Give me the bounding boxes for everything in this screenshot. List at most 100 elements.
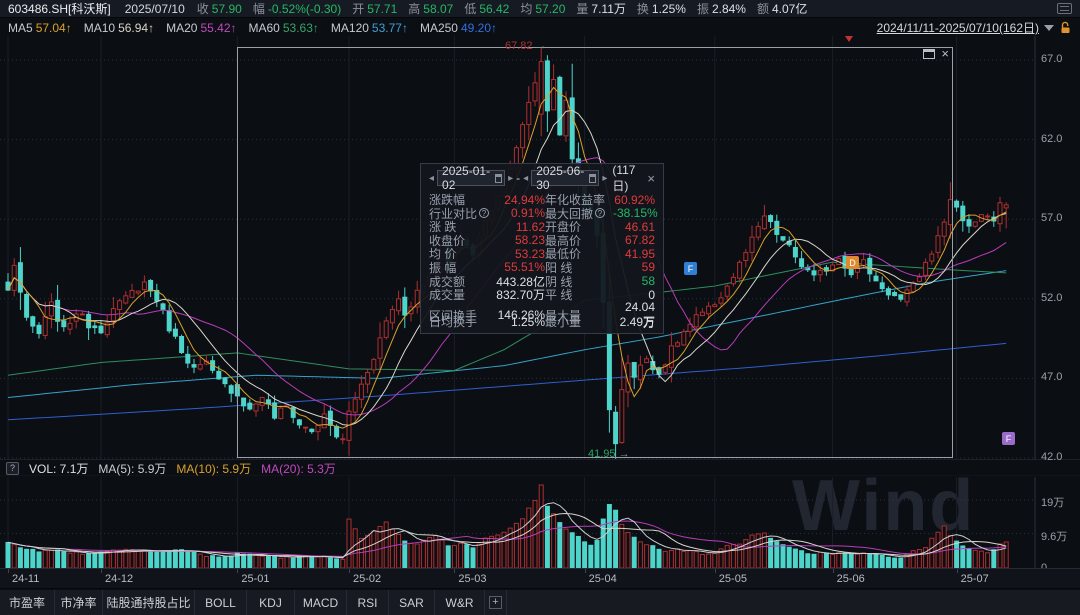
stats-value: 41.95 [613, 247, 655, 261]
event-flag-F[interactable]: F [1002, 432, 1015, 445]
price-tick-label: 57.0 [1041, 212, 1062, 224]
calendar-icon[interactable] [495, 174, 503, 183]
calendar-icon[interactable] [589, 174, 597, 183]
popup-header: ◂ 2025-01-02 ▸ - ◂ 2025-06-30 ▸ (117日) × [429, 168, 655, 188]
prev-date-icon[interactable]: ◂ [429, 173, 434, 184]
stats-value: 2.49万 [613, 313, 655, 330]
month-label: 25-04 [589, 573, 617, 585]
month-label: 24-11 [12, 573, 39, 585]
quote-field-value: -0.52%(-0.30) [268, 2, 341, 16]
volume-tick-label: 9.6万 [1041, 528, 1067, 544]
ma-value-item: MA2055.42↑ [166, 21, 236, 35]
quote-field-label: 换 [637, 2, 649, 16]
event-flag-F[interactable]: F [684, 262, 697, 275]
ma-value: 53.77↑ [372, 21, 408, 35]
tab-市盈率[interactable]: 市盈率 [0, 590, 55, 615]
quote-field-label: 开 [352, 2, 364, 16]
event-marker-icon [845, 36, 853, 42]
news-panel-icon[interactable] [1057, 3, 1072, 14]
month-label: 25-06 [837, 573, 865, 585]
stats-row: 振 幅55.51%阳 线59 [429, 259, 655, 273]
tab-MACD[interactable]: MACD [295, 590, 347, 615]
quote-date: 2025/07/10 [125, 2, 185, 16]
quote-field: 高58.07 [408, 0, 453, 17]
ma-value-item: MA557.04↑ [8, 21, 72, 35]
tab-BOLL[interactable]: BOLL [195, 590, 247, 615]
ma-indicator-bar: MA557.04↑ MA1056.94↑ MA2055.42↑ MA6053.63↑ M… [0, 19, 1080, 36]
volume-ma-item: MA(10): 5.9万 [176, 460, 251, 477]
stats-row: 行业对比?0.91%最大回撤?-38.15% [429, 205, 655, 219]
month-label: 25-02 [353, 573, 381, 585]
tab-SAR[interactable]: SAR [389, 590, 435, 615]
price-tick-label: 67.0 [1041, 53, 1062, 65]
unlock-icon[interactable] [1059, 21, 1072, 34]
date-range-control[interactable]: 2024/11/11-2025/07/10(162日) [877, 19, 1072, 36]
close-icon[interactable]: × [647, 171, 655, 186]
stats-label: 最小量 [545, 313, 613, 330]
stats-value: 0.91% [489, 206, 545, 220]
month-tick [8, 569, 9, 573]
month-label: 25-03 [458, 573, 486, 585]
info-icon[interactable]: ? [595, 208, 605, 218]
quote-field-label: 幅 [253, 2, 265, 16]
ma-value-item: MA6053.63↑ [249, 21, 319, 35]
chevron-down-icon[interactable] [1044, 25, 1054, 31]
price-tick-label: 52.0 [1041, 292, 1062, 304]
quote-field: 换1.25% [637, 0, 686, 17]
tab-陆股通持股占比[interactable]: 陆股通持股占比 [103, 590, 195, 615]
start-date-picker[interactable]: 2025-01-02 [437, 170, 505, 186]
quote-field-value: 4.07亿 [772, 2, 807, 16]
quote-field-label: 额 [757, 2, 769, 16]
quote-field: 收57.90 [197, 0, 242, 17]
tab-W&R[interactable]: W&R [435, 590, 485, 615]
stats-row: 成交额443.28亿阴 线58 [429, 273, 655, 287]
ma-value-item: MA1056.94↑ [84, 21, 154, 35]
event-flag-D[interactable]: D [846, 256, 859, 269]
month-tick [957, 569, 958, 573]
volume-tick-label: 19万 [1041, 494, 1064, 510]
quote-field-value: 57.20 [535, 2, 565, 16]
quote-field: 幅-0.52%(-0.30) [253, 0, 341, 17]
next-date-icon[interactable]: ▸ [602, 173, 607, 184]
interval-stats-popup: ◂ 2025-01-02 ▸ - ◂ 2025-06-30 ▸ (117日) ×… [420, 163, 664, 334]
ma-value: 49.20↑ [461, 21, 497, 35]
ma-value-item: MA25049.20↑ [420, 21, 497, 35]
volume-ma-item: MA(20): 5.3万 [261, 460, 336, 477]
arrow-right-icon: → [536, 40, 547, 52]
interval-days: (117日) [612, 163, 644, 194]
date-range-label[interactable]: 2024/11/11-2025/07/10(162日) [877, 19, 1039, 36]
month-label: 25-01 [241, 573, 269, 585]
tab-RSI[interactable]: RSI [347, 590, 389, 615]
stats-value: 67.82 [613, 233, 655, 247]
stats-row: 成交量832.70万平 线0 [429, 286, 655, 300]
ma-value: 53.63↑ [283, 21, 319, 35]
restore-window-icon[interactable] [923, 49, 935, 59]
tab-KDJ[interactable]: KDJ [247, 590, 295, 615]
prev-date-icon[interactable]: ◂ [523, 173, 528, 184]
help-icon[interactable]: ? [6, 462, 19, 475]
month-label: 25-05 [719, 573, 747, 585]
close-selection-icon[interactable]: × [941, 49, 949, 59]
quote-field-label: 振 [697, 2, 709, 16]
end-date-picker[interactable]: 2025-06-30 [531, 170, 599, 186]
tab-市净率[interactable]: 市净率 [55, 590, 103, 615]
quote-field-label: 均 [520, 2, 532, 16]
stats-value: 53.23 [489, 247, 545, 261]
stats-value: 58 [613, 274, 655, 288]
add-indicator-button[interactable]: + [485, 590, 507, 615]
stats-value: 46.61 [613, 220, 655, 234]
quote-field-value: 58.07 [423, 2, 453, 16]
volume-ma-item: MA(5): 5.9万 [98, 460, 166, 477]
stats-row: 涨 跌11.62开盘价46.61 [429, 218, 655, 232]
range-high-marker: 67.82 → [505, 40, 547, 52]
quote-field-value: 2.84% [712, 2, 746, 16]
quote-field-value: 7.11万 [591, 2, 625, 16]
volume-chart-pane[interactable]: Wind 19万9.6万0 [0, 477, 1080, 568]
next-date-icon[interactable]: ▸ [508, 173, 513, 184]
price-chart-pane[interactable]: 67.062.057.052.047.042.0 × 67.82 → 41.95… [0, 36, 1080, 460]
quote-field: 振2.84% [697, 0, 746, 17]
plus-icon: + [489, 596, 502, 609]
volume-canvas[interactable] [0, 477, 1080, 568]
top-bar-fields: 收57.90幅-0.52%(-0.30)开57.71高58.07低56.42均5… [197, 0, 819, 17]
info-icon[interactable]: ? [479, 208, 489, 218]
